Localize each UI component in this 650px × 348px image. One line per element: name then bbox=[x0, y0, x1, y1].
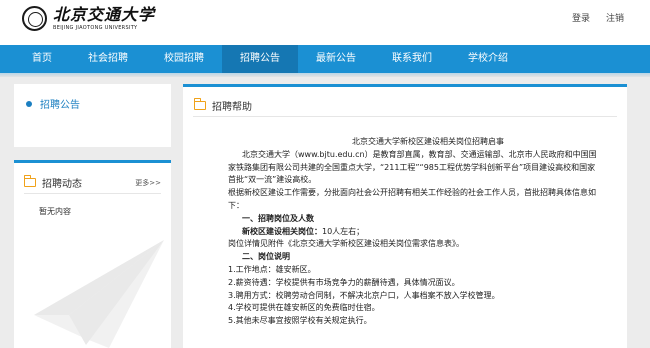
article-list-item: 1.工作地点：雄安新区。 bbox=[228, 264, 316, 274]
nav-item-recruitment-notices[interactable]: 招聘公告 bbox=[222, 45, 298, 73]
article: 北京交通大学新校区建设相关岗位招聘启事 北京交通大学（www.bjtu.edu.… bbox=[228, 136, 598, 328]
article-value: 10人左右； bbox=[322, 226, 365, 236]
nav-item-contact-us[interactable]: 联系我们 bbox=[374, 45, 450, 73]
folder-icon bbox=[23, 175, 36, 187]
article-line: 新校区建设相关岗位：10人左右； bbox=[228, 226, 598, 239]
paper-plane-watermark-icon bbox=[34, 240, 164, 348]
more-link[interactable]: 更多>> bbox=[135, 178, 161, 188]
sidebar-item-recruitment-notices[interactable]: 招聘公告 bbox=[26, 96, 80, 111]
site-header: 北京交通大学 BEIJING JIAOTONG UNIVERSITY 登录 注销 bbox=[0, 0, 650, 45]
panel-top-bar bbox=[183, 84, 627, 87]
divider bbox=[193, 116, 617, 117]
main-nav: 首页 社会招聘 校园招聘 招聘公告 最新公告 联系我们 学校介绍 bbox=[0, 45, 650, 73]
sidebar-item-label: 招聘公告 bbox=[40, 100, 80, 111]
bullet-icon bbox=[26, 100, 32, 107]
nav-item-social-recruitment[interactable]: 社会招聘 bbox=[70, 45, 146, 73]
main-content-panel: 招聘帮助 北京交通大学新校区建设相关岗位招聘启事 北京交通大学（www.bjtu… bbox=[183, 84, 627, 348]
folder-icon bbox=[193, 98, 206, 110]
article-heading: 一、招聘岗位及人数 bbox=[242, 213, 314, 223]
nav-item-school-intro[interactable]: 学校介绍 bbox=[450, 45, 526, 73]
article-list-item: 4.学校可提供在雄安新区的免费临时住宿。 bbox=[228, 303, 380, 313]
sidebar-current-section: 招聘公告 bbox=[14, 84, 171, 147]
article-title: 北京交通大学新校区建设相关岗位招聘启事 bbox=[352, 137, 504, 146]
section-title: 招聘帮助 bbox=[212, 102, 252, 113]
nav-item-home[interactable]: 首页 bbox=[14, 45, 70, 73]
logo-english-name: BEIJING JIAOTONG UNIVERSITY bbox=[53, 25, 138, 31]
university-logo[interactable]: 北京交通大学 BEIJING JIAOTONG UNIVERSITY bbox=[22, 6, 155, 31]
article-list-item: 2.薪资待遇：学校提供有市场竞争力的薪酬待遇，具体情况面议。 bbox=[228, 277, 460, 287]
article-label: 新校区建设相关岗位： bbox=[242, 226, 322, 236]
article-line: 岗位详情见附件《北京交通大学新校区建设相关岗位需求信息表》。 bbox=[228, 239, 464, 249]
article-list-item: 3.聘用方式：校聘劳动合同制，不解决北京户口，人事档案不放入学校管理。 bbox=[228, 290, 500, 300]
auth-links: 登录 注销 bbox=[572, 11, 624, 24]
logo-chinese-name: 北京交通大学 bbox=[53, 5, 156, 24]
article-heading: 二、岗位说明 bbox=[242, 252, 290, 262]
news-panel: 招聘动态 更多>> 暂无内容 bbox=[14, 160, 171, 348]
empty-message: 暂无内容 bbox=[39, 207, 71, 216]
divider bbox=[24, 193, 161, 194]
article-paragraph: 根据新校区建设工作需要，分批面向社会公开招聘有相关工作经验的社会工作人员，首批招… bbox=[228, 188, 596, 210]
news-panel-title: 招聘动态 bbox=[42, 179, 82, 190]
login-link[interactable]: 登录 bbox=[572, 11, 590, 24]
logout-link[interactable]: 注销 bbox=[606, 11, 624, 24]
article-list-item: 5.其他未尽事宜按照学校有关规定执行。 bbox=[228, 316, 372, 326]
article-paragraph: 北京交通大学（www.bjtu.edu.cn）是教育部直属，教育部、交通运输部、… bbox=[228, 149, 597, 185]
panel-top-bar bbox=[14, 160, 171, 163]
nav-item-latest-notices[interactable]: 最新公告 bbox=[298, 45, 374, 73]
nav-shadow bbox=[0, 73, 650, 77]
university-seal-icon bbox=[22, 6, 47, 31]
nav-item-campus-recruitment[interactable]: 校园招聘 bbox=[146, 45, 222, 73]
